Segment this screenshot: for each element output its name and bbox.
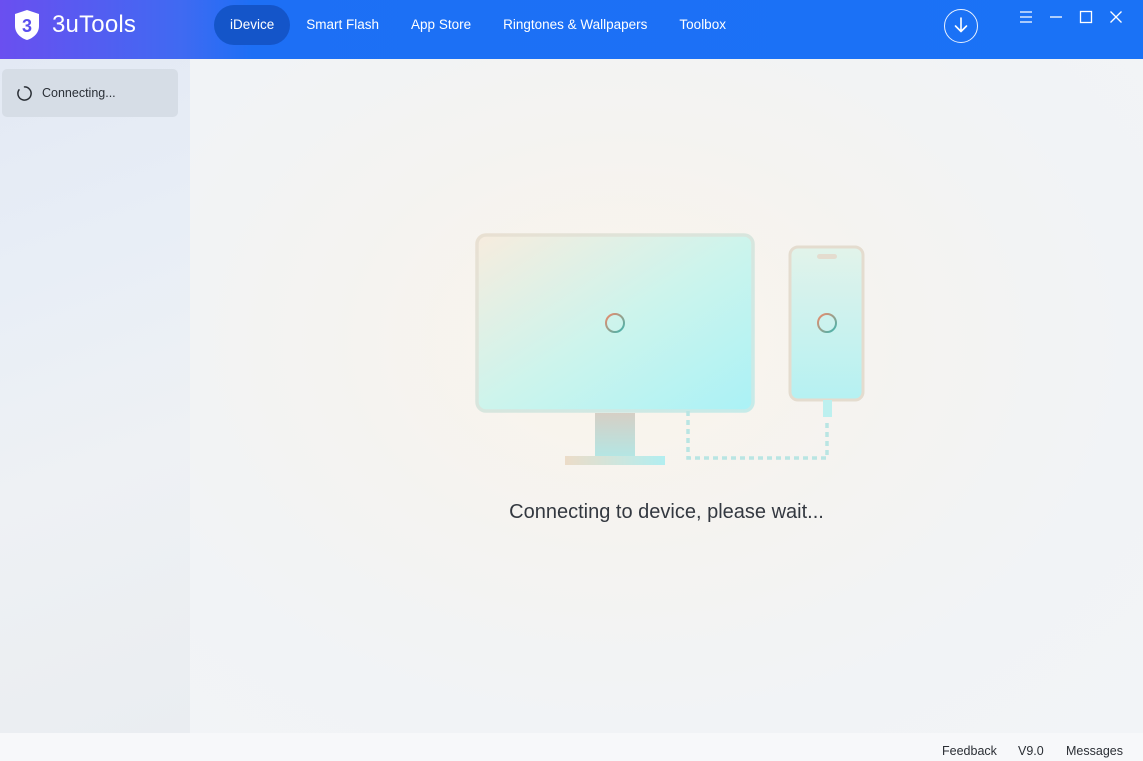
close-button[interactable] — [1106, 8, 1126, 28]
computer-phone-connection-illustration — [475, 233, 865, 465]
main-content: Connecting to device, please wait... — [190, 59, 1143, 733]
tab-smart-flash[interactable]: Smart Flash — [290, 5, 395, 45]
close-icon — [1110, 11, 1122, 23]
phone-icon — [788, 245, 865, 417]
app-logo: 3 3uTools — [13, 9, 136, 41]
shield-logo-icon: 3 — [15, 10, 39, 40]
title-bar: 3 3uTools iDevice Smart Flash App Store … — [0, 0, 1143, 59]
maximize-button[interactable] — [1076, 8, 1096, 28]
loading-spinner-icon — [17, 85, 32, 101]
tab-app-store[interactable]: App Store — [395, 5, 487, 45]
download-button[interactable] — [944, 9, 978, 43]
status-footer: Feedback V9.0 Messages — [0, 733, 1143, 761]
version-label: V9.0 — [1018, 744, 1044, 758]
device-list-item[interactable]: Connecting... — [2, 69, 178, 117]
messages-link[interactable]: Messages — [1066, 744, 1123, 758]
minimize-icon — [1050, 16, 1062, 18]
main-nav: iDevice Smart Flash App Store Ringtones … — [214, 5, 742, 45]
minimize-button[interactable] — [1046, 8, 1066, 28]
menu-button[interactable] — [1016, 8, 1036, 28]
monitor-icon — [475, 233, 755, 465]
app-name: 3uTools — [52, 11, 137, 38]
tab-toolbox[interactable]: Toolbox — [663, 5, 742, 45]
feedback-link[interactable]: Feedback — [942, 744, 997, 758]
menu-icon — [1020, 11, 1032, 23]
tab-idevice[interactable]: iDevice — [214, 5, 291, 45]
tab-ringtones-wallpapers[interactable]: Ringtones & Wallpapers — [487, 5, 663, 45]
device-status-label: Connecting... — [42, 86, 116, 100]
download-icon — [954, 17, 968, 33]
device-sidebar: Connecting... — [0, 59, 190, 733]
maximize-icon — [1079, 10, 1093, 24]
connection-status-message: Connecting to device, please wait... — [509, 501, 824, 523]
svg-text:3: 3 — [22, 16, 32, 36]
